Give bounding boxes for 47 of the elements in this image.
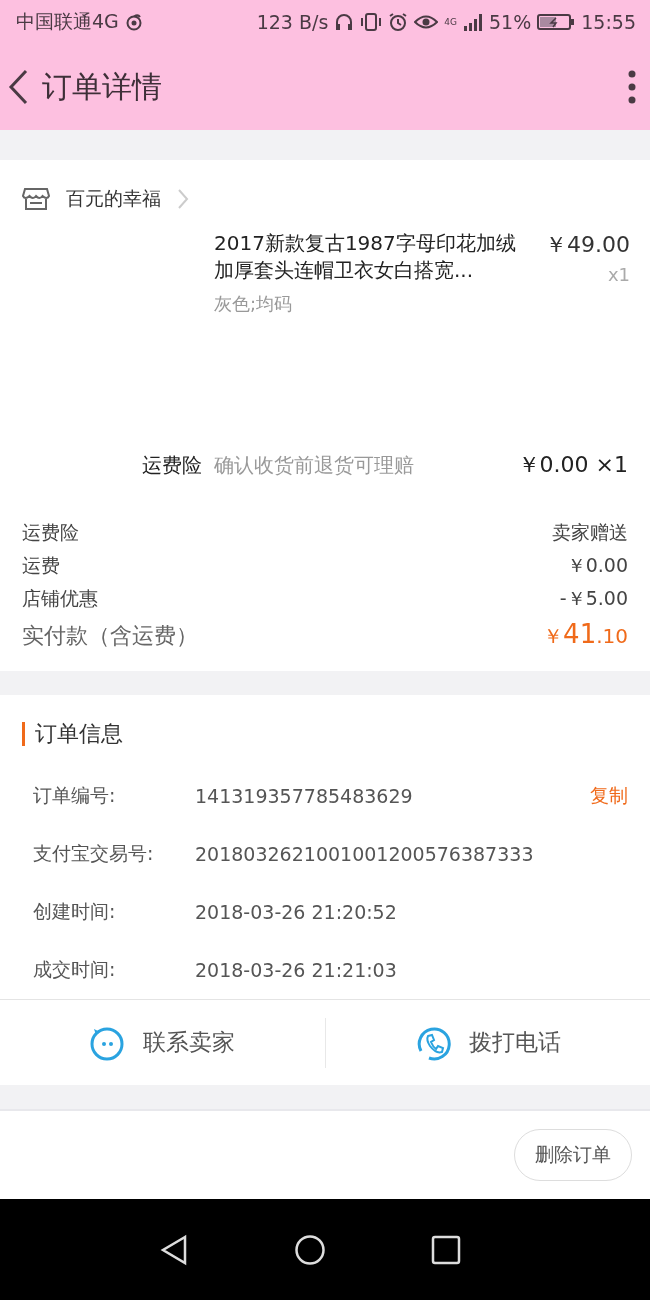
total-label: 实付款（含运费） [22,622,198,650]
product-quantity: x1 [607,264,630,285]
fee-value: -￥5.00 [559,586,628,611]
page-title: 订单详情 [42,67,163,106]
product-spec: 灰色;均码 [214,292,294,316]
fee-value: ￥0.00 [566,553,628,578]
info-value: 2018-03-26 21:20:52 [195,901,398,923]
network-speed: 123 B/s [256,11,329,33]
battery-percent: 51% [489,11,532,33]
info-value: 2018-03-26 21:21:03 [195,959,398,981]
back-icon[interactable] [6,67,30,107]
headphones-icon [334,12,355,32]
nav-recents-icon[interactable] [431,1234,461,1265]
insurance-description: 确认收货前退货可理赔 [214,451,415,479]
info-label: 创建时间: [33,899,117,924]
sync-icon [124,13,143,31]
eye-icon [414,13,439,31]
insurance-label: 运费险 [142,451,202,479]
signal-icon [463,13,483,31]
more-menu-icon[interactable] [626,69,638,105]
network-type: 4G [444,17,457,27]
fee-label: 运费险 [22,520,79,545]
info-label: 订单编号: [33,783,117,808]
insurance-price: ￥0.00 ×1 [517,451,628,479]
info-label: 成交时间: [33,957,117,982]
store-icon [22,186,50,212]
delete-order-button[interactable]: 删除订单 [514,1129,632,1181]
fee-label: 店铺优惠 [22,586,98,611]
alarm-icon [388,12,409,32]
call-button[interactable]: 拨打电话 [325,1000,650,1085]
total-amount: ￥41.10 [543,619,628,650]
vibrate-icon [360,12,383,32]
clock-time: 15:55 [581,11,636,33]
fee-label: 运费 [22,553,60,578]
product-price: ￥49.00 [545,231,630,259]
product-title[interactable]: 2017新款复古1987字母印花加绒加厚套头连帽卫衣女白搭宽... [214,230,533,284]
fee-value: 卖家赠送 [552,520,628,545]
battery-icon [537,13,576,31]
section-title: 订单信息 [35,720,123,748]
info-value: 2018032621001001200576387333 [195,843,535,865]
nav-home-icon[interactable] [294,1233,326,1266]
info-value: 141319357785483629 [195,785,414,807]
info-label: 支付宝交易号: [33,841,155,866]
contact-seller-button[interactable]: 联系卖家 [0,1000,325,1085]
carrier-name: 中国联通4G [16,9,119,34]
shop-name[interactable]: 百元的幸福 [66,186,161,212]
nav-back-icon[interactable] [159,1233,189,1266]
